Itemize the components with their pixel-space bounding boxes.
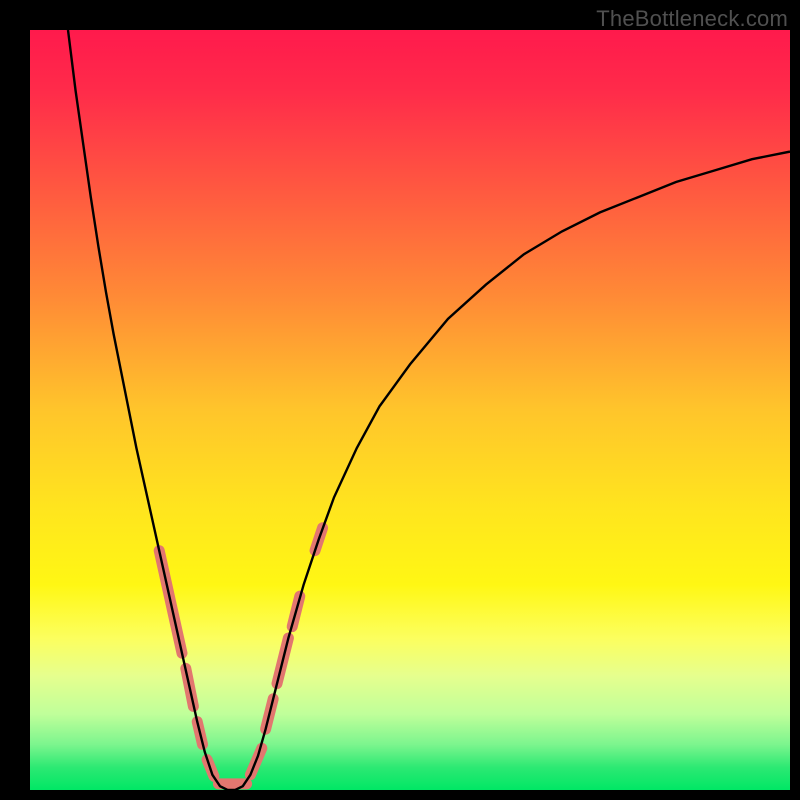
chart-svg (30, 30, 790, 790)
bottleneck-curve (68, 30, 790, 790)
plot-area (30, 30, 790, 790)
watermark: TheBottleneck.com (596, 6, 788, 32)
chart-frame: TheBottleneck.com (0, 0, 800, 800)
